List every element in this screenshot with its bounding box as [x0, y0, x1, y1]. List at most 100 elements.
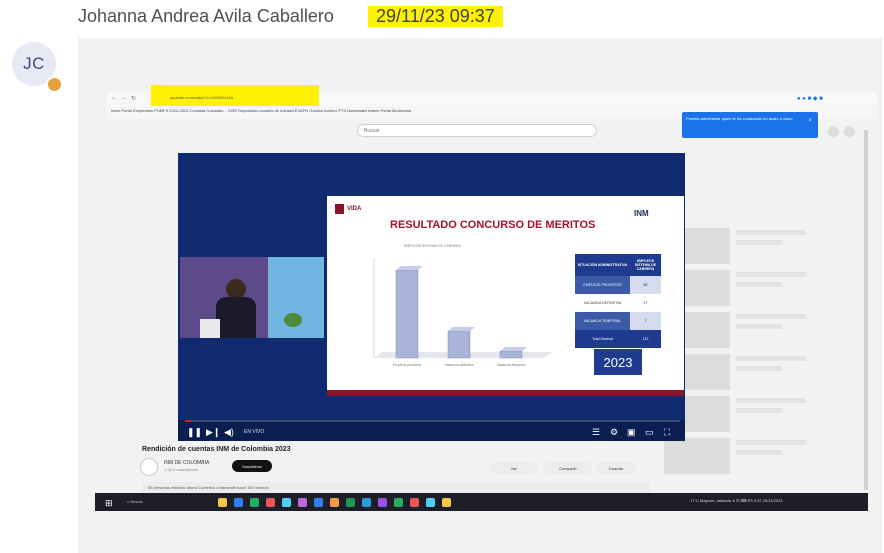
youtube-search-input[interactable]: Buscar	[357, 124, 597, 137]
slide-title: RESULTADO CONCURSO DE MERITOS	[390, 219, 596, 231]
category-label: Vacancia temporal	[497, 363, 526, 367]
table-cell: VACANCIA TEMPORAL	[575, 312, 630, 330]
channel-avatar[interactable]	[140, 458, 158, 476]
bar-empleos-provistos	[395, 269, 419, 359]
subscriber-count: 1.34 K suscriptores	[164, 467, 199, 472]
notification-popup[interactable]: Puedes administrar quien te ha contactad…	[682, 112, 818, 138]
category-label: Empleos provistos	[393, 363, 422, 367]
speaker-head	[226, 279, 246, 299]
theater-icon[interactable]: ▭	[645, 427, 654, 438]
app-icon[interactable]	[298, 498, 307, 507]
close-icon[interactable]: ×	[808, 118, 812, 124]
gear-icon[interactable]: ⚙	[610, 427, 618, 438]
miniplayer-icon[interactable]: ▣	[627, 427, 636, 438]
placeholder-line	[736, 240, 782, 245]
windows-icon[interactable]: ⊞	[105, 498, 113, 509]
slide-footer-band	[327, 390, 684, 396]
table-cell: Total General	[575, 330, 630, 348]
next-icon[interactable]: ▶❙	[206, 427, 220, 438]
app-icon[interactable]	[362, 498, 371, 507]
inm-logo: INM	[634, 209, 649, 218]
bar-vacancia-temporal	[499, 350, 523, 359]
slide-logo-text: VIDA	[347, 206, 362, 212]
table-header: SITUACIÓN ADMINISTRATIVA	[575, 254, 630, 276]
account-avatar[interactable]	[828, 126, 839, 137]
subtitles-icon[interactable]: ☰	[592, 427, 600, 438]
app-icon[interactable]	[378, 498, 387, 507]
bar-top	[500, 347, 527, 351]
table-cell: 88	[630, 276, 661, 294]
share-button[interactable]: Compartir	[544, 462, 592, 474]
reload-icon[interactable]: ↻	[131, 95, 136, 102]
message-timestamp: 29/11/23 09:37	[368, 6, 503, 27]
fullscreen-icon[interactable]: ⛶	[664, 427, 670, 438]
system-tray[interactable]: 17°C Mayorm. nublado ∧ ⊡ ⌨ ES 9:37 29/11…	[690, 498, 783, 503]
taskbar-search[interactable]: ⌕ Buscar	[127, 497, 207, 507]
bar-top	[396, 266, 423, 270]
plant	[284, 313, 302, 327]
placeholder-line	[736, 440, 806, 445]
placeholder-line	[736, 282, 782, 287]
extensions-icon[interactable]: ● ● ■ ◆ ■	[797, 95, 823, 102]
placeholder-line	[736, 398, 806, 403]
bar-top	[448, 327, 475, 331]
table-cell: EMPLEOS PROVISTOS	[575, 276, 630, 294]
app-icon[interactable]	[426, 498, 435, 507]
app-icon[interactable]	[250, 498, 259, 507]
app-icon[interactable]	[394, 498, 403, 507]
back-icon[interactable]: ←	[111, 95, 117, 101]
video-description[interactable]: 35 personas mirando ahora Comenzó a tran…	[142, 482, 650, 493]
table-cell: 122	[630, 330, 661, 348]
live-label: EN VIVO	[244, 429, 265, 435]
sender-name: Johanna Andrea Avila Caballero	[78, 6, 334, 26]
video-title: Rendición de cuentas INM de Colombia 202…	[142, 446, 291, 453]
subscribe-button[interactable]: Suscribirse	[232, 460, 272, 472]
channel-name[interactable]: INM DE COLOMBIA	[164, 460, 209, 466]
table-cell: VACANCIA DEFINITIVA	[575, 294, 630, 312]
results-table: SITUACIÓN ADMINISTRATIVA EMPLEOS SISTEMA…	[575, 254, 661, 348]
speaker-webcam	[180, 257, 324, 338]
avatar-initials: JC	[23, 54, 45, 73]
file-explorer-icon[interactable]	[218, 498, 227, 507]
table-header: EMPLEOS SISTEMA DE CARRERA	[630, 254, 661, 276]
app-icon[interactable]	[266, 498, 275, 507]
podium	[200, 319, 220, 338]
save-button[interactable]: Guardar	[596, 462, 636, 474]
progress-track[interactable]	[185, 420, 680, 422]
app-icon[interactable]	[234, 498, 243, 507]
table-cell: 27	[630, 294, 661, 312]
volume-icon[interactable]: ◀)	[224, 427, 234, 438]
app-icon[interactable]	[282, 498, 291, 507]
pause-icon[interactable]: ❚❚	[187, 427, 202, 438]
app-icon[interactable]	[410, 498, 419, 507]
placeholder-line	[736, 324, 782, 329]
taskbar-search-label: Buscar	[130, 499, 143, 504]
chart-title: EMPLEOS SISTEMA DE CARRERA	[404, 244, 461, 248]
bar-vacancia-definitiva	[447, 330, 471, 359]
speaker-body	[216, 297, 256, 338]
like-button[interactable]: Me	[490, 462, 538, 474]
category-label: Vacancia definitiva	[445, 363, 474, 367]
address-bar[interactable]: youtube.com/watch?v=IJWIAV1c4A	[170, 95, 233, 100]
app-icon[interactable]	[442, 498, 451, 507]
scrollbar[interactable]	[864, 130, 868, 490]
placeholder-line	[736, 366, 782, 371]
recommendation-thumbnail[interactable]	[664, 438, 730, 474]
year-badge: 2023	[594, 349, 642, 375]
table-cell: 7	[630, 312, 661, 330]
presence-status-icon	[46, 76, 63, 93]
progress-fill	[185, 420, 191, 422]
app-icon[interactable]	[314, 498, 323, 507]
colombia-vida-logo-icon	[335, 204, 344, 214]
placeholder-line	[736, 356, 806, 361]
placeholder-line	[736, 230, 806, 235]
placeholder-line	[736, 314, 806, 319]
bar-chart: Empleos provistos Vacancia definitiva Vaca…	[373, 258, 552, 367]
forward-icon[interactable]: →	[121, 95, 127, 101]
app-icon[interactable]	[346, 498, 355, 507]
bookmarks-list[interactable]: Inicio Portal Empleados PNMFS 2022-2023 …	[107, 108, 411, 113]
notification-text: Puedes administrar quien te ha contactad…	[686, 116, 793, 121]
apps-icon[interactable]	[844, 126, 855, 137]
placeholder-line	[736, 450, 782, 455]
app-icon[interactable]	[330, 498, 339, 507]
